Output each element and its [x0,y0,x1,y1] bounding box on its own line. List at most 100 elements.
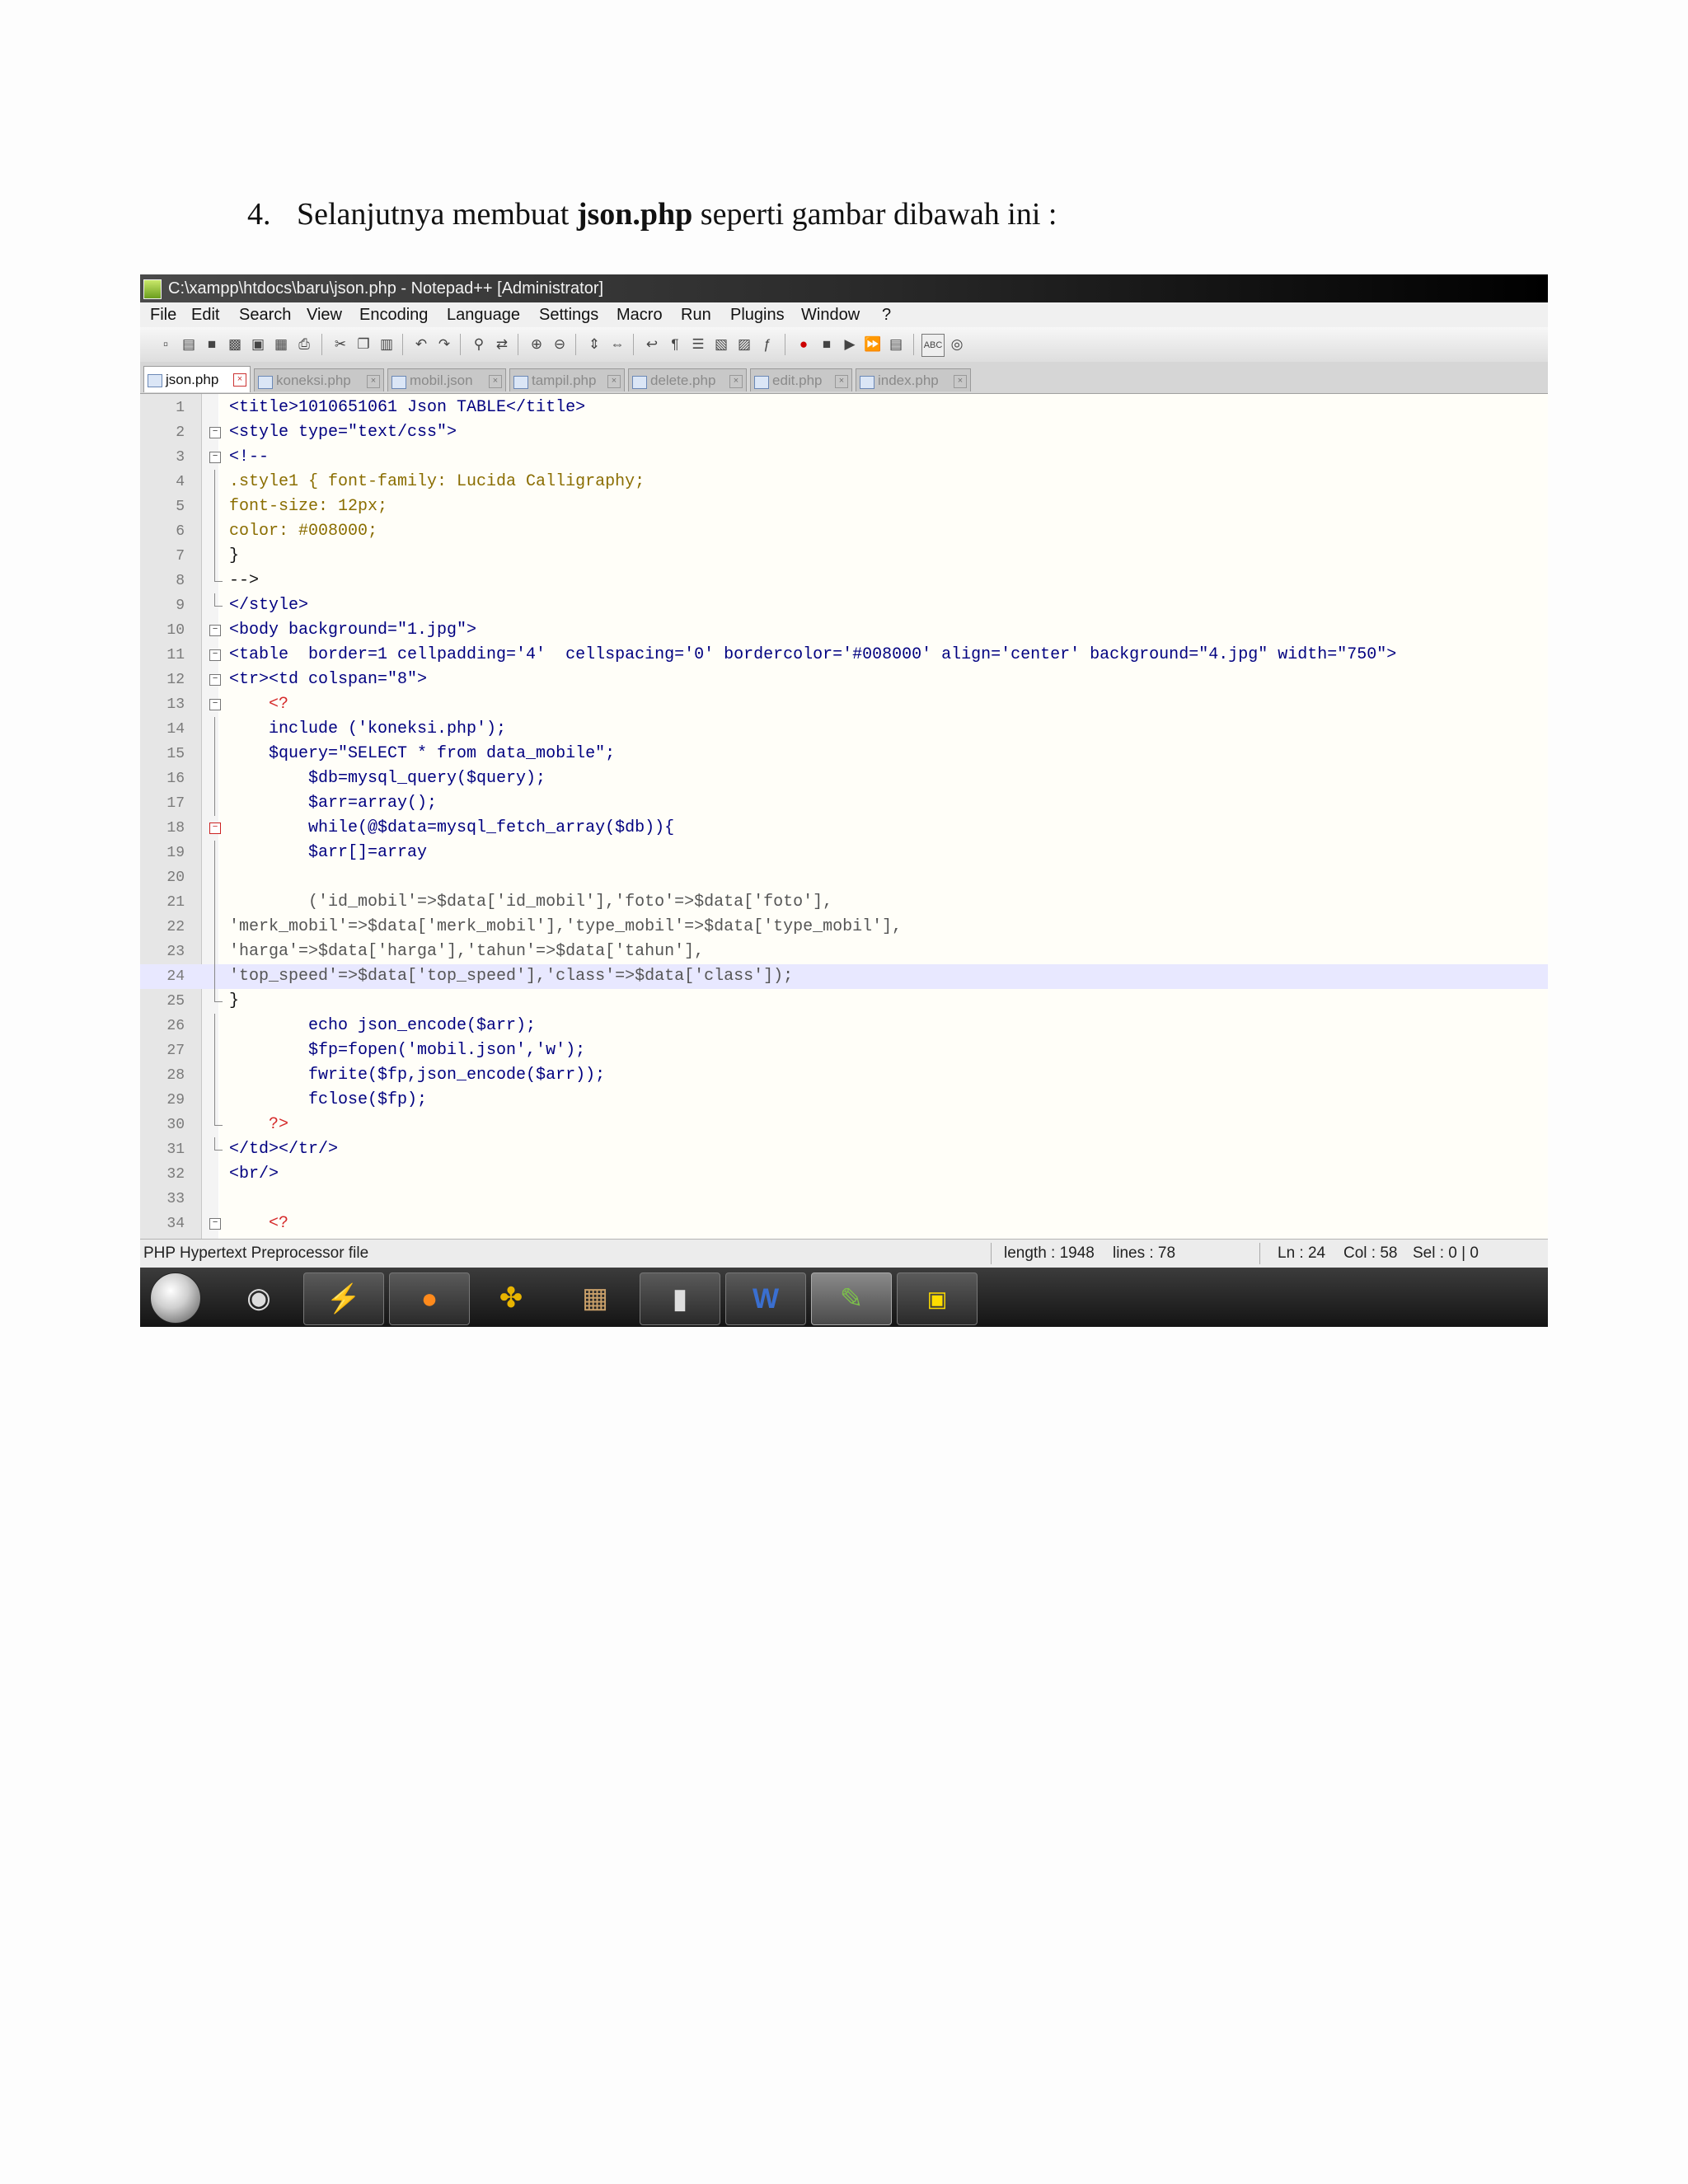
save-all-icon[interactable]: ▩ [224,334,246,355]
paste-icon[interactable]: ▥ [376,334,397,355]
close-all-icon[interactable]: ▦ [270,334,292,355]
computer-icon[interactable]: ▮ [640,1272,720,1325]
tab-koneksi-php[interactable]: koneksi.php × [254,368,384,391]
code-line[interactable]: 25} [140,989,1548,1014]
code-line[interactable]: 6 color: #008000; [140,519,1548,544]
replace-icon[interactable]: ⇄ [491,334,513,355]
menu-macro[interactable]: Macro [617,302,663,327]
close-tab-icon[interactable]: × [835,375,848,388]
code-line[interactable]: 27 $fp=fopen('mobil.json','w'); [140,1038,1548,1063]
show-all-characters-icon[interactable]: ¶ [664,334,686,355]
code-editor[interactable]: 1 <title>1010651061 Json TABLE</title> 2− <… [140,394,1548,1327]
code-line[interactable]: 22 'merk_mobil'=>$data['merk_mobil'],'typ… [140,915,1548,940]
fold-toggle-icon[interactable]: − [209,674,221,686]
new-file-icon[interactable]: ▫ [155,334,176,355]
tab-json-php[interactable]: json.php × [143,366,251,392]
code-line[interactable]: 3 − <!-- [140,445,1548,470]
code-line[interactable]: 15 $query="SELECT * from data_mobile"; [140,742,1548,766]
code-line[interactable]: 1 <title>1010651061 Json TABLE</title> [140,396,1548,420]
menu-file[interactable]: File [150,302,176,327]
menu-settings[interactable]: Settings [539,302,598,327]
notepadpp-icon[interactable]: ✎ [811,1272,892,1325]
menu-encoding[interactable]: Encoding [359,302,428,327]
zoom-out-icon[interactable]: ⊖ [549,334,570,355]
code-line[interactable]: 10 − <body background="1.jpg"> [140,618,1548,643]
stop-record-icon[interactable]: ■ [816,334,837,355]
sync-horizontal-icon[interactable]: ⇔ [607,334,628,355]
word-wrap-icon[interactable]: ↩ [641,334,663,355]
firefox-icon[interactable]: ● [389,1272,470,1325]
save-macro-icon[interactable]: ▤ [885,334,907,355]
code-line[interactable]: 34 − <? [140,1212,1548,1236]
code-line[interactable]: 4 .style1 { font-family: Lucida Calligrap… [140,470,1548,494]
tab-mobil-json[interactable]: mobil.json × [387,368,506,391]
doc-map-icon[interactable]: ▨ [734,334,755,355]
code-line[interactable]: 26 echo json_encode($arr); [140,1014,1548,1038]
code-line[interactable]: 14 include ('koneksi.php'); [140,717,1548,742]
code-line[interactable]: 31 </td></tr/> [140,1137,1548,1162]
code-line[interactable]: 20 [140,865,1548,890]
code-line[interactable]: 13 − <? [140,692,1548,717]
user-defined-language-icon[interactable]: ▧ [710,334,732,355]
play-macro-icon[interactable]: ▶ [839,334,860,355]
function-list-icon[interactable]: ƒ [757,334,778,355]
code-line[interactable]: 8 --> [140,569,1548,593]
movie-maker-icon[interactable]: ▦ [556,1272,635,1324]
code-line[interactable]: 32 <br/> [140,1162,1548,1187]
fold-toggle-icon[interactable]: − [209,625,221,636]
messenger-icon[interactable]: ✤ [471,1272,551,1324]
menu-plugins[interactable]: Plugins [730,302,785,327]
run-macro-multiple-icon[interactable]: ⏩ [862,334,884,355]
zoom-in-icon[interactable]: ⊕ [526,334,547,355]
code-line[interactable]: 7} [140,544,1548,569]
code-line[interactable]: 16 $db=mysql_query($query); [140,766,1548,791]
close-tab-icon[interactable]: × [233,373,246,387]
close-tab-icon[interactable]: × [367,375,380,388]
menu-language[interactable]: Language [447,302,520,327]
code-line[interactable]: 18 − while(@$data=mysql_fetch_array($db))… [140,816,1548,841]
code-line[interactable]: 19 $arr[]=array [140,841,1548,865]
code-line[interactable]: 28 fwrite($fp,json_encode($arr)); [140,1063,1548,1088]
code-line[interactable]: 5 font-size: 12px; [140,494,1548,519]
fold-toggle-icon[interactable]: − [209,452,221,463]
fold-toggle-icon[interactable]: − [209,427,221,438]
cut-icon[interactable]: ✂ [330,334,351,355]
tab-delete-php[interactable]: delete.php × [628,368,747,391]
code-line[interactable]: 33 [140,1187,1548,1212]
code-line[interactable]: 29 fclose($fp); [140,1088,1548,1113]
spell-check-icon[interactable]: ABC [921,334,945,357]
word-icon[interactable]: W [725,1272,806,1325]
close-tab-icon[interactable]: × [489,375,502,388]
close-tab-icon[interactable]: × [607,375,621,388]
fold-toggle-icon[interactable]: − [209,649,221,661]
menu-edit[interactable]: Edit [191,302,219,327]
tab-tampil-php[interactable]: tampil.php × [509,368,625,391]
menu-run[interactable]: Run [681,302,711,327]
close-tab-icon[interactable]: × [954,375,967,388]
fold-toggle-icon[interactable]: − [209,823,221,834]
tab-index-php[interactable]: index.php × [856,368,971,391]
plugin-icon[interactable]: ◎ [946,334,968,355]
code-line[interactable]: 24 'top_speed'=>$data['top_speed'],'class… [140,964,1548,989]
start-button[interactable] [150,1272,201,1324]
code-line[interactable]: 12 − <tr><td colspan="8"> [140,668,1548,692]
fold-toggle-icon[interactable]: − [209,1218,221,1230]
fold-toggle-icon[interactable]: − [209,699,221,710]
counter-icon[interactable]: ▣ [897,1272,978,1325]
menu-window[interactable]: Window [801,302,860,327]
close-icon[interactable]: ▣ [247,334,269,355]
media-player-icon[interactable]: ◉ [219,1272,298,1324]
close-tab-icon[interactable]: × [729,375,743,388]
tab-edit-php[interactable]: edit.php × [750,368,852,391]
code-line[interactable]: 11 − <table border=1 cellpadding='4' cells… [140,643,1548,668]
print-icon[interactable]: ⎙ [293,334,315,355]
winamp-icon[interactable]: ⚡ [303,1272,384,1325]
save-icon[interactable]: ■ [201,334,223,355]
code-line[interactable]: 21 ('id_mobil'=>$data['id_mobil'],'foto'… [140,890,1548,915]
copy-icon[interactable]: ❐ [353,334,374,355]
menu-help[interactable]: ? [882,302,891,327]
undo-icon[interactable]: ↶ [410,334,432,355]
indent-guide-icon[interactable]: ☰ [687,334,709,355]
code-line[interactable]: 17 $arr=array(); [140,791,1548,816]
menu-view[interactable]: View [307,302,342,327]
